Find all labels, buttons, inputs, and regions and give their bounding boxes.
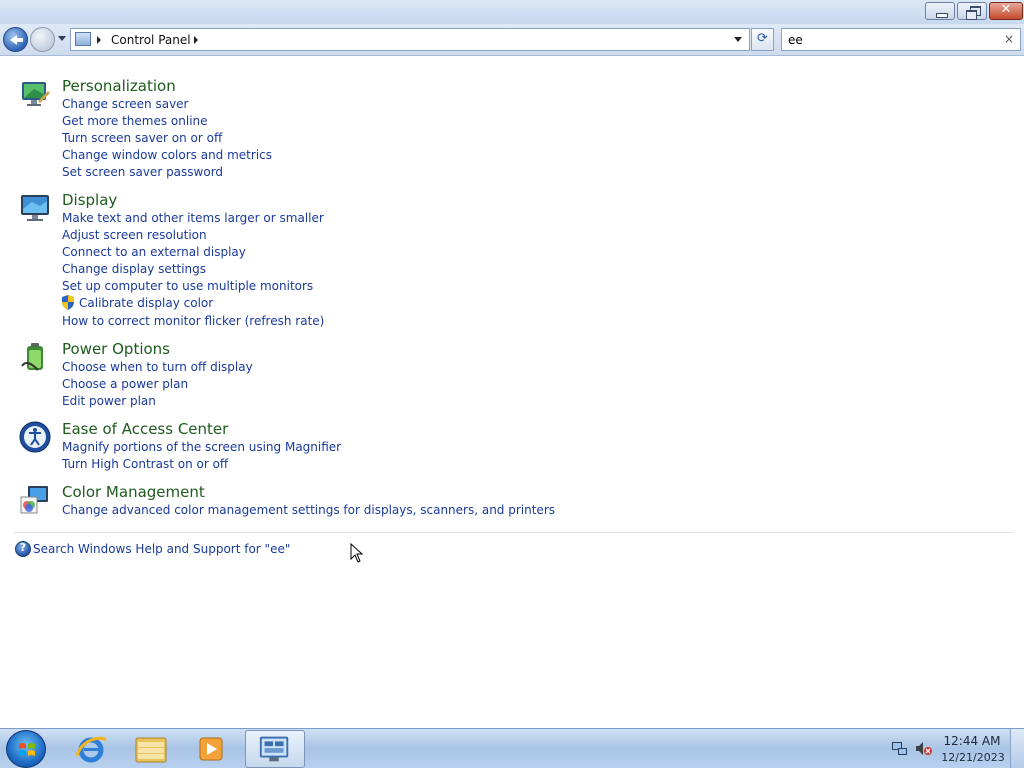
task-link[interactable]: Make text and other items larger or smal… — [62, 211, 324, 225]
breadcrumb-control-panel[interactable]: Control Panel — [111, 33, 191, 47]
window-title-bar: ✕ — [0, 0, 1024, 24]
personalization-icon — [22, 82, 50, 106]
task-link[interactable]: Change screen saver — [62, 97, 189, 111]
taskbar-media-player[interactable] — [182, 730, 240, 768]
task-link[interactable]: Get more themes online — [62, 114, 208, 128]
back-button[interactable] — [3, 27, 28, 52]
close-icon: ✕ — [1000, 2, 1012, 17]
power-options-icon — [21, 343, 43, 371]
task-link[interactable]: How to correct monitor flicker (refresh … — [62, 314, 324, 328]
help-icon: ? — [15, 541, 31, 557]
task-link[interactable]: Choose when to turn off display — [62, 360, 253, 374]
clear-search-icon[interactable]: × — [1004, 32, 1014, 46]
navigation-bar: Control Panel ⟳ ee × — [0, 24, 1024, 56]
close-button[interactable]: ✕ — [989, 2, 1023, 20]
category-title[interactable]: Personalization — [62, 77, 176, 95]
search-value: ee — [788, 33, 803, 47]
category-title[interactable]: Display — [62, 191, 117, 209]
restore-button[interactable] — [957, 2, 987, 20]
task-link[interactable]: Adjust screen resolution — [62, 228, 207, 242]
forward-button[interactable] — [30, 27, 55, 52]
taskbar-control-panel[interactable] — [245, 730, 305, 768]
task-link[interactable]: Calibrate display color — [79, 296, 213, 310]
ease-of-access-icon — [19, 421, 51, 453]
mouse-cursor-icon — [350, 543, 364, 563]
address-bar[interactable]: Control Panel — [70, 28, 750, 51]
control-panel-icon — [259, 736, 289, 762]
task-link[interactable]: Set up computer to use multiple monitors — [62, 279, 313, 293]
category-title[interactable]: Power Options — [62, 340, 170, 358]
network-icon[interactable] — [892, 742, 907, 755]
color-management-icon — [20, 486, 48, 514]
system-tray: 12:44 AM 12/21/2023 — [882, 729, 1024, 768]
task-link[interactable]: Turn screen saver on or off — [62, 131, 222, 145]
windows-explorer-icon — [135, 737, 167, 763]
category-title[interactable]: Ease of Access Center — [62, 420, 228, 438]
volume-muted-icon[interactable] — [915, 741, 932, 756]
taskbar-windows-explorer[interactable] — [122, 730, 180, 768]
search-input[interactable]: ee × — [781, 28, 1021, 51]
minimize-button[interactable] — [925, 2, 955, 20]
uac-shield-icon — [62, 295, 74, 310]
address-dropdown-icon[interactable] — [734, 37, 742, 42]
control-panel-icon — [75, 32, 91, 46]
task-link[interactable]: Change display settings — [62, 262, 206, 276]
task-link[interactable]: Choose a power plan — [62, 377, 188, 391]
recent-pages-dropdown-icon[interactable] — [58, 36, 66, 41]
clock-time[interactable]: 12:44 AM — [942, 734, 1002, 748]
task-link[interactable]: Connect to an external display — [62, 245, 246, 259]
internet-explorer-icon — [75, 736, 108, 763]
task-link[interactable]: Turn High Contrast on or off — [62, 457, 228, 471]
media-player-icon — [199, 737, 223, 761]
search-results: Personalization Change screen saver Get … — [0, 57, 1024, 727]
category-title[interactable]: Color Management — [62, 483, 205, 501]
task-link[interactable]: Magnify portions of the screen using Mag… — [62, 440, 341, 454]
search-help-link[interactable]: Search Windows Help and Support for "ee" — [33, 542, 290, 556]
breadcrumb-chevron-icon[interactable] — [97, 36, 101, 44]
clock-date[interactable]: 12/21/2023 — [940, 751, 1006, 764]
breadcrumb-chevron-icon[interactable] — [194, 36, 198, 44]
task-link[interactable]: Change advanced color management setting… — [62, 503, 555, 517]
task-link[interactable]: Set screen saver password — [62, 165, 223, 179]
divider — [14, 532, 1014, 533]
refresh-button[interactable]: ⟳ — [751, 28, 774, 51]
task-link[interactable]: Edit power plan — [62, 394, 156, 408]
windows-logo-icon — [19, 743, 35, 756]
taskbar-internet-explorer[interactable] — [62, 730, 120, 768]
task-link[interactable]: Change window colors and metrics — [62, 148, 272, 162]
start-button[interactable] — [6, 730, 46, 768]
show-desktop-button[interactable] — [1010, 729, 1024, 768]
display-icon — [21, 195, 49, 221]
taskbar: 12:44 AM 12/21/2023 — [0, 728, 1024, 768]
